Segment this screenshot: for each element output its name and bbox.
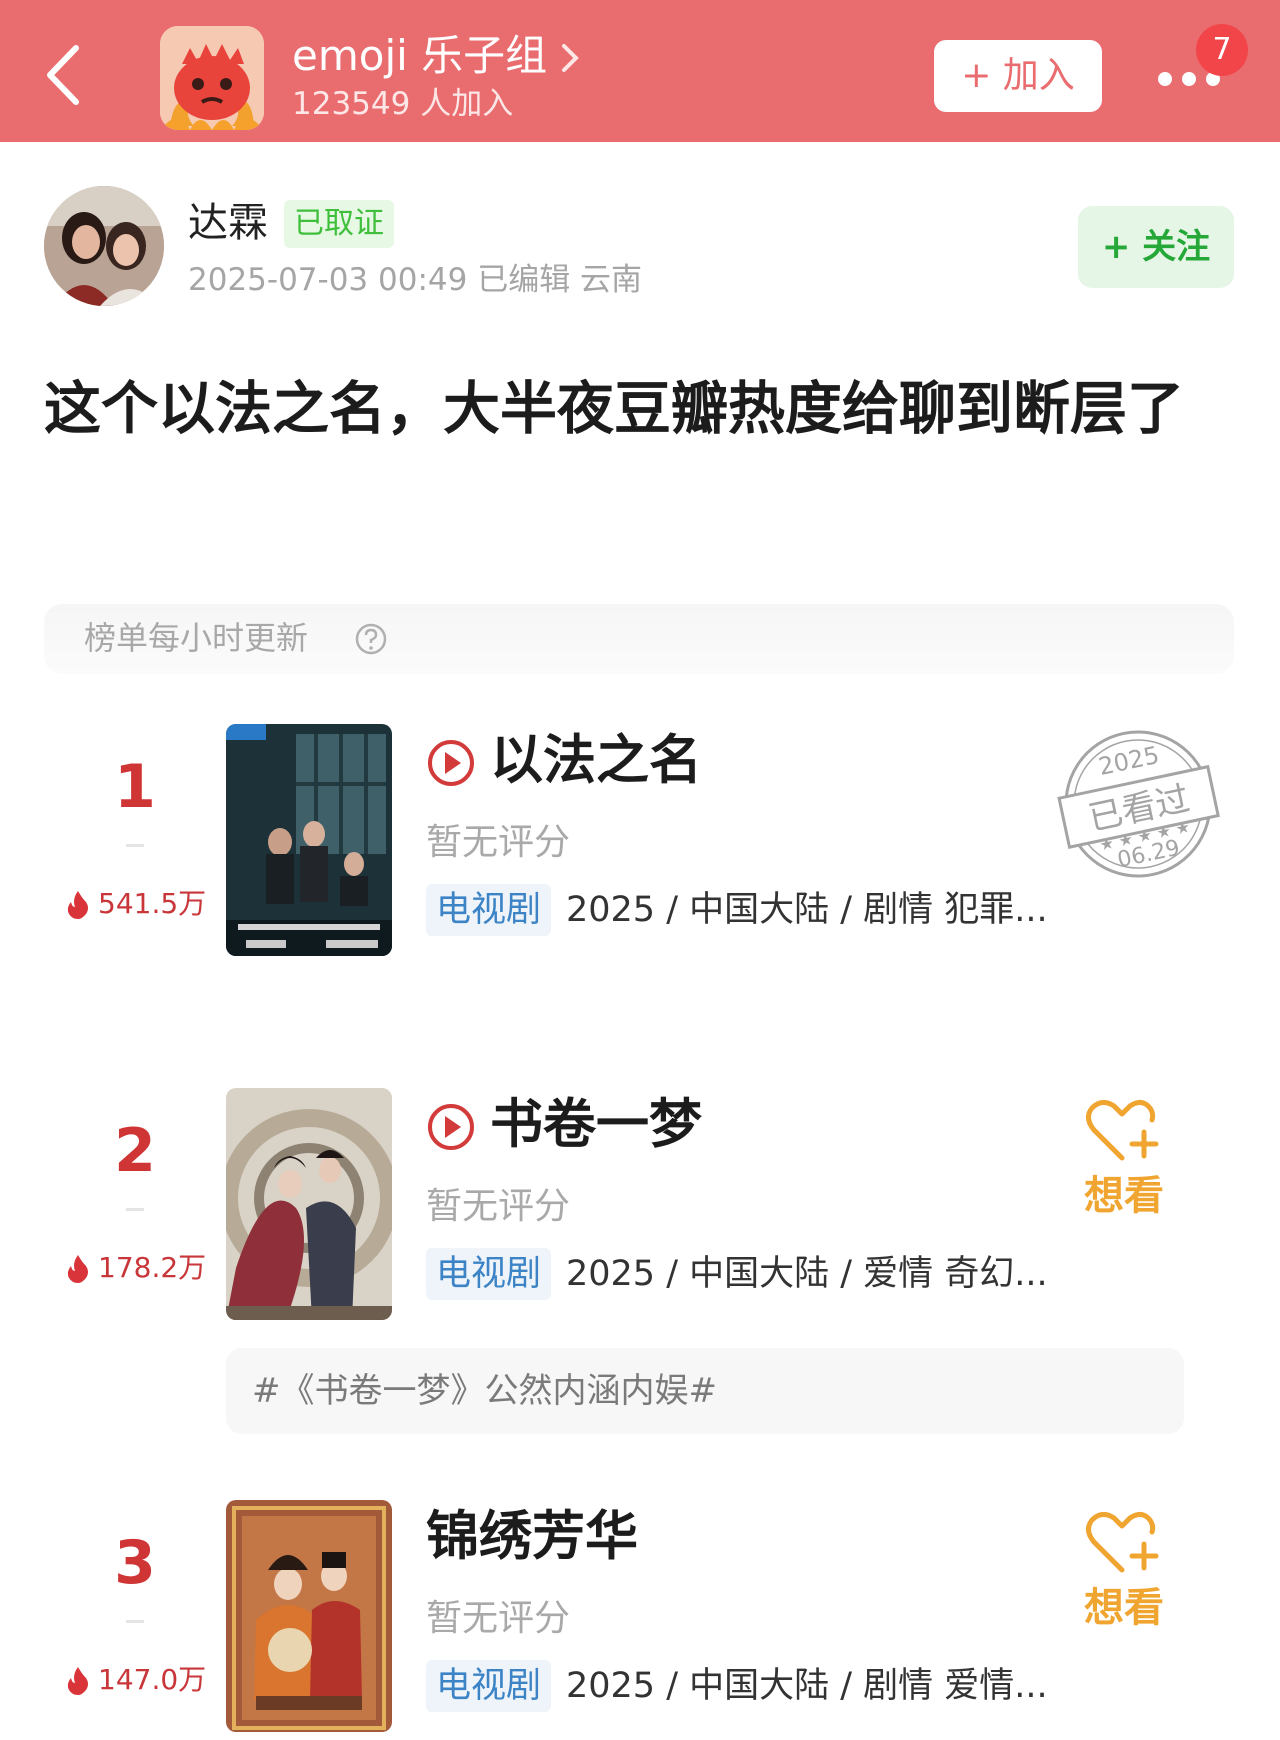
author-name[interactable]: 达霖 bbox=[188, 198, 268, 248]
want-to-watch-button[interactable]: 想看 bbox=[1074, 1168, 1174, 1224]
post-meta: 2025-07-03 00:49 已编辑 云南 bbox=[188, 262, 643, 298]
show-type-tag: 电视剧 bbox=[426, 1660, 552, 1712]
show-poster[interactable] bbox=[226, 1500, 392, 1732]
show-title[interactable]: 以法之名 bbox=[490, 724, 702, 798]
rank-number: 3 bbox=[114, 1528, 156, 1598]
flame-icon bbox=[67, 1255, 88, 1283]
show-title[interactable]: 锦绣芳华 bbox=[426, 1500, 638, 1574]
show-info: 2025 / 中国大陆 / 剧情 犯罪... bbox=[566, 890, 1048, 930]
author-photo bbox=[44, 186, 164, 306]
play-icon[interactable] bbox=[426, 738, 476, 788]
heart-plus-icon[interactable] bbox=[1082, 1508, 1162, 1578]
show-rating: 暂无评分 bbox=[426, 1186, 571, 1227]
red-monster-emoji-icon bbox=[160, 26, 264, 130]
show-info: 2025 / 中国大陆 / 爱情 奇幻... bbox=[566, 1254, 1048, 1294]
chevron-right-icon[interactable] bbox=[558, 40, 582, 76]
ranking-header: 榜单每小时更新 bbox=[44, 604, 1234, 674]
heart-plus-icon[interactable] bbox=[1082, 1096, 1162, 1166]
ranking-item[interactable]: 2 178.2万 书卷一梦 暂无评分 电视剧 2025 / 中国大陆 / 爱情 … bbox=[0, 1088, 1280, 1328]
poster-image bbox=[226, 724, 392, 956]
show-rating: 暂无评分 bbox=[426, 1598, 571, 1639]
show-rating: 暂无评分 bbox=[426, 822, 571, 863]
ranking-item[interactable]: 3 147.0万 锦绣芳华 暂无评分 电视剧 2025 / 中国大陆 / 剧情 … bbox=[0, 1500, 1280, 1740]
show-type-tag: 电视剧 bbox=[426, 1248, 552, 1300]
topic-text: #《书卷一梦》公然内涵内娱# bbox=[252, 1371, 717, 1411]
back-arrow-icon[interactable] bbox=[40, 40, 90, 110]
show-info: 2025 / 中国大陆 / 剧情 爱情... bbox=[566, 1666, 1048, 1706]
show-poster[interactable] bbox=[226, 724, 392, 956]
flame-icon bbox=[67, 1667, 88, 1695]
notification-badge: 7 bbox=[1196, 24, 1248, 76]
author-verified-badge: 已取证 bbox=[284, 200, 394, 248]
ranking-item[interactable]: 1 541.5万 以法之名 暂无评分 电视剧 2025 / 中国大陆 / 剧情 … bbox=[0, 724, 1280, 964]
author-avatar[interactable] bbox=[44, 186, 164, 306]
join-group-button[interactable]: + 加入 bbox=[934, 40, 1102, 112]
rank-change-dash bbox=[126, 1620, 144, 1623]
play-icon[interactable] bbox=[426, 1102, 476, 1152]
post-title: 这个以法之名，大半夜豆瓣热度给聊到断层了 bbox=[44, 376, 1184, 442]
stamp-year: 2025 bbox=[1096, 741, 1162, 781]
poster-image bbox=[226, 1088, 392, 1320]
follow-button[interactable]: + 关注 bbox=[1078, 206, 1234, 288]
group-name[interactable]: emoji 乐子组 bbox=[292, 30, 547, 82]
rank-number: 2 bbox=[114, 1116, 156, 1186]
show-title[interactable]: 书卷一梦 bbox=[490, 1088, 702, 1162]
heat-value: 178.2万 bbox=[98, 1251, 207, 1284]
group-avatar[interactable] bbox=[160, 26, 264, 130]
watched-stamp: 2025 已看过 06.29 ★ ★ ★ ★ ★ bbox=[1048, 724, 1228, 884]
help-question-icon[interactable] bbox=[354, 622, 388, 656]
watched-stamp-icon: 2025 已看过 06.29 ★ ★ ★ ★ ★ bbox=[1057, 730, 1220, 878]
ranking-update-note: 榜单每小时更新 bbox=[84, 619, 309, 657]
heat-value: 147.0万 bbox=[98, 1663, 207, 1696]
show-type-tag: 电视剧 bbox=[426, 884, 552, 936]
show-poster[interactable] bbox=[226, 1088, 392, 1320]
topic-tag[interactable]: #《书卷一梦》公然内涵内娱# bbox=[226, 1348, 1184, 1434]
want-to-watch-button[interactable]: 想看 bbox=[1074, 1580, 1174, 1636]
flame-icon bbox=[67, 891, 88, 919]
group-member-count: 123549 人加入 bbox=[292, 86, 514, 122]
rank-change-dash bbox=[126, 1208, 144, 1211]
rank-change-dash bbox=[126, 844, 144, 847]
heat-value: 541.5万 bbox=[98, 887, 207, 920]
group-header-bar: emoji 乐子组 123549 人加入 + 加入 7 bbox=[0, 0, 1280, 142]
poster-image bbox=[226, 1500, 392, 1732]
rank-number: 1 bbox=[114, 752, 156, 822]
